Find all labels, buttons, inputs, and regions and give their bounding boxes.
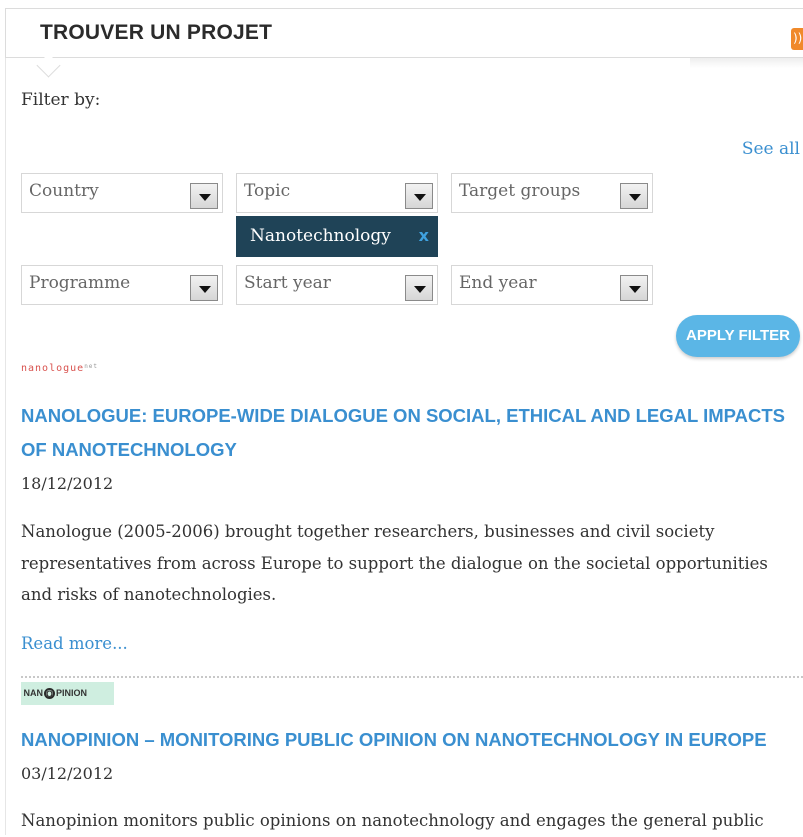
section-header: TROUVER UN PROJET )): [5, 8, 803, 78]
nanopinion-logo: NAN O PINION: [21, 682, 114, 705]
chevron-down-icon[interactable]: [405, 275, 433, 301]
start-year-select-label: Start year: [244, 273, 331, 293]
logo-pre: NAN: [23, 688, 44, 698]
chevron-down-icon[interactable]: [405, 183, 433, 209]
topic-select[interactable]: Topic: [236, 173, 438, 213]
chevron-down-icon[interactable]: [190, 275, 218, 301]
chevron-down-icon[interactable]: [620, 275, 648, 301]
rss-feed-icon[interactable]: )): [791, 28, 803, 50]
rss-glyph: )): [793, 31, 803, 45]
programme-select-label: Programme: [29, 273, 131, 293]
logo-sup: net: [84, 363, 99, 370]
topic-select-label: Topic: [244, 181, 291, 201]
target-groups-select-label: Target groups: [459, 181, 581, 201]
logo-q: O: [44, 688, 56, 700]
programme-select[interactable]: Programme: [21, 265, 223, 305]
result-date: 18/12/2012: [21, 474, 114, 493]
read-more-link[interactable]: Read more...: [21, 634, 128, 653]
result-title[interactable]: NANOPINION – MONITORING PUBLIC OPINION O…: [21, 723, 791, 757]
result-date: 03/12/2012: [21, 764, 114, 783]
end-year-select-label: End year: [459, 273, 537, 293]
apply-filter-button[interactable]: APPLY FILTER: [676, 315, 800, 357]
topic-filter-chip: Nanotechnology x: [236, 216, 438, 257]
panel-shade: [690, 58, 803, 68]
start-year-select[interactable]: Start year: [236, 265, 438, 305]
target-groups-select[interactable]: Target groups: [451, 173, 653, 213]
nanologue-logo: nanologuenet: [21, 363, 98, 374]
result-description: Nanopinion monitors public opinions on n…: [21, 811, 764, 830]
end-year-select[interactable]: End year: [451, 265, 653, 305]
country-select[interactable]: Country: [21, 173, 223, 213]
logo-post: PINION: [56, 688, 88, 698]
filter-by-label: Filter by:: [21, 90, 101, 110]
result-title[interactable]: NANOLOGUE: EUROPE-WIDE DIALOGUE ON SOCIA…: [21, 399, 791, 467]
result-description: Nanologue (2005-2006) brought together r…: [21, 522, 768, 604]
chevron-down-icon[interactable]: [190, 183, 218, 209]
remove-chip-button[interactable]: x: [419, 226, 429, 245]
logo-text: nanologue: [21, 363, 85, 374]
country-select-label: Country: [29, 181, 99, 201]
divider: [21, 676, 803, 678]
chip-label: Nanotechnology: [250, 226, 391, 246]
page-title: TROUVER UN PROJET: [40, 21, 273, 44]
see-all-link[interactable]: See all: [742, 139, 800, 159]
chevron-down-icon[interactable]: [620, 183, 648, 209]
